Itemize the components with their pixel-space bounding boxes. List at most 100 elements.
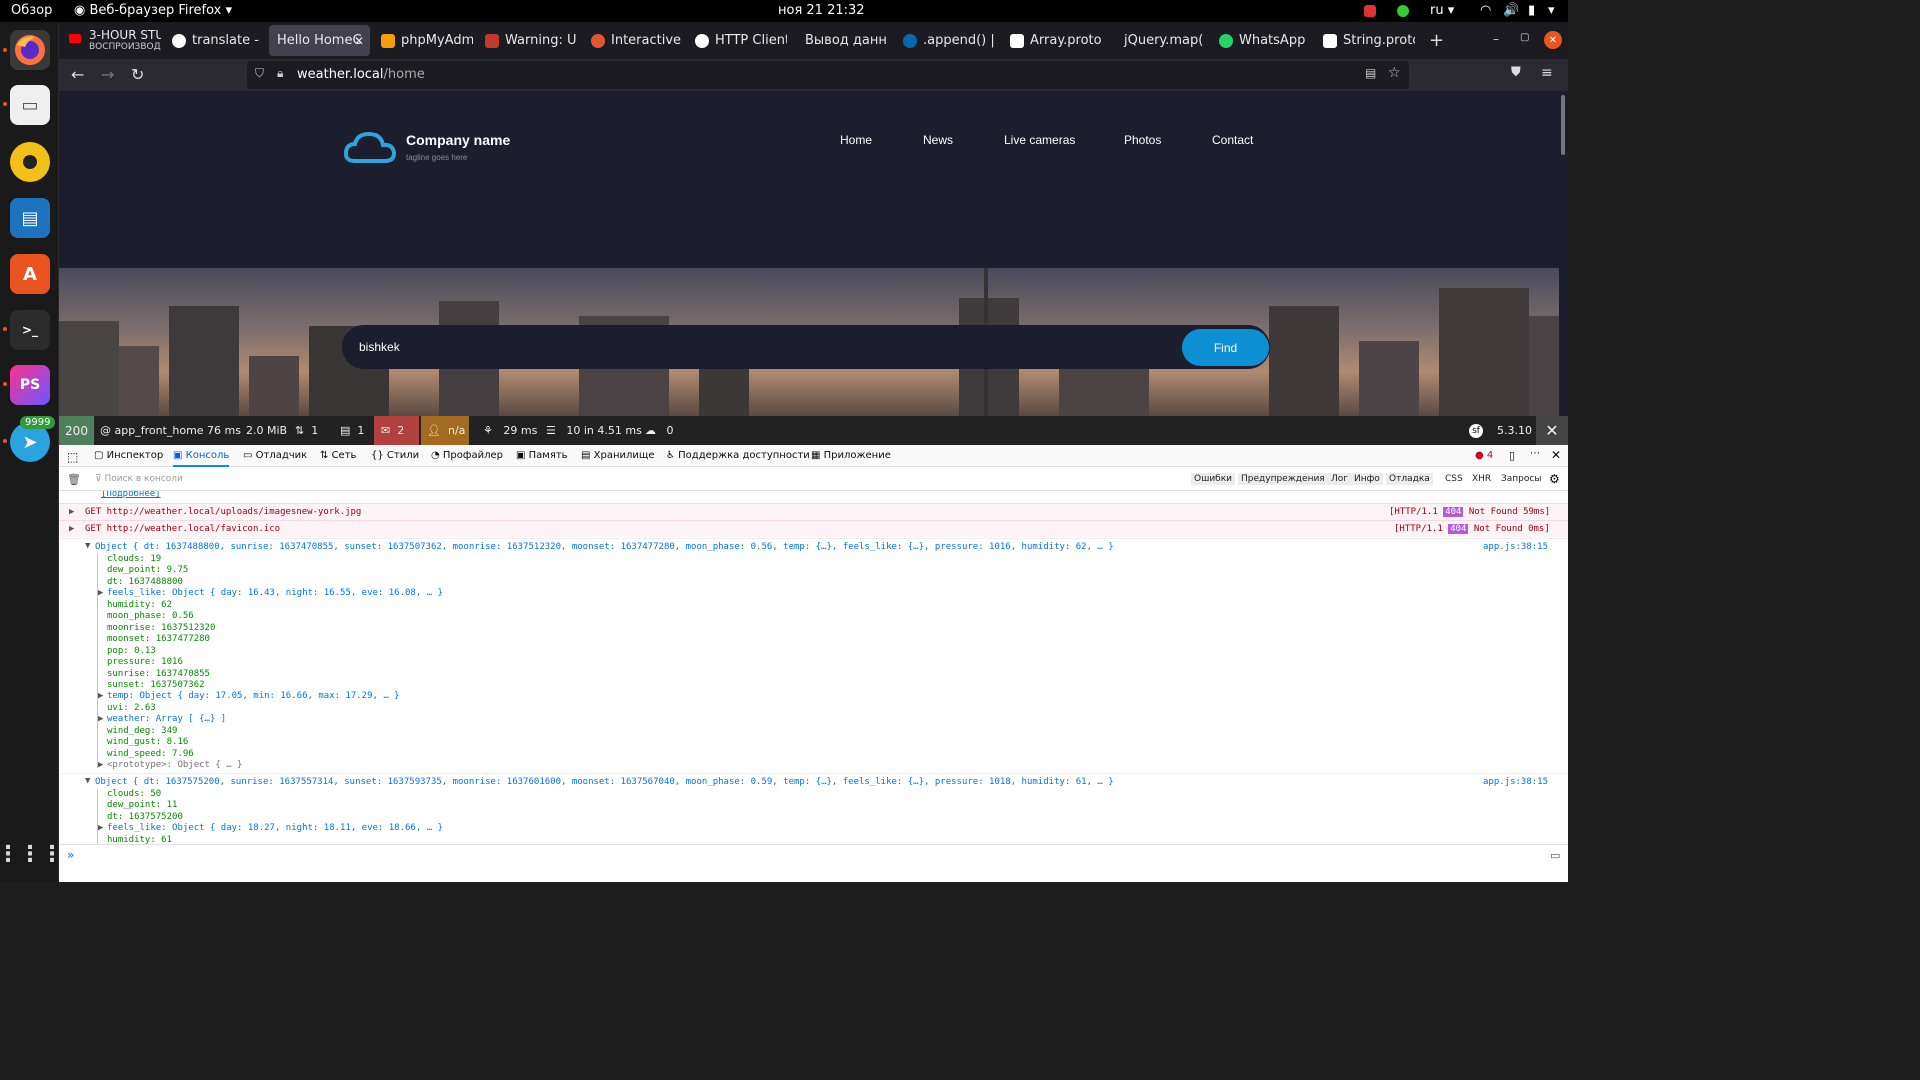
expand-arrow-icon[interactable]: ▶ <box>98 760 103 770</box>
cloud-logo-icon[interactable] <box>343 131 397 165</box>
maximize-button[interactable]: ▢ <box>1520 32 1529 43</box>
tab-interactive[interactable]: Interactive w <box>583 25 683 56</box>
tab-string-prototype[interactable]: String.protot <box>1315 25 1415 56</box>
close-toolbar-icon[interactable]: ✕ <box>1536 416 1568 445</box>
reload-button[interactable]: ↻ <box>131 65 144 84</box>
new-tab-button[interactable]: + <box>1429 30 1444 51</box>
wifi-icon[interactable]: ◠ <box>1480 3 1491 18</box>
trash-icon[interactable]: 🗑︎ <box>67 473 81 486</box>
object-property[interactable]: ▶ temp: Object { day: 17.05, min: 16.66,… <box>98 691 400 701</box>
filter-log[interactable]: Лог <box>1328 473 1352 485</box>
console-input-bar[interactable]: » ▭ <box>59 844 1568 866</box>
tab-youtube[interactable]: 3-HOUR STU ВОСПРОИЗВОД <box>63 25 161 56</box>
pocket-icon[interactable]: ⛊ <box>1511 65 1521 80</box>
expand-arrow-icon[interactable]: ▶ <box>69 524 74 534</box>
error-count-badge[interactable]: ● 4 <box>1475 450 1493 461</box>
minimize-button[interactable]: – <box>1493 32 1499 46</box>
clock[interactable]: ноя 21 21:32 <box>778 3 865 18</box>
show-apps-icon[interactable]: ⋮⋮⋮ <box>0 834 63 874</box>
tab-storage[interactable]: ▤ Хранилище <box>581 450 654 461</box>
rhythmbox-dock-icon[interactable] <box>10 142 50 182</box>
forms-panel[interactable]: ⇅ 1 <box>295 416 318 445</box>
dock-side-icon[interactable]: ▯ <box>1509 449 1515 462</box>
tab-http-client[interactable]: HTTP Client <box>687 25 787 56</box>
request-time[interactable]: 76 ms <box>207 416 241 445</box>
expand-arrow-icon[interactable]: ▶ <box>98 588 103 598</box>
console-error-row[interactable]: ▶ GET http://weather.local/uploads/image… <box>59 503 1568 520</box>
close-window-button[interactable]: ✕ <box>1544 31 1562 49</box>
expand-arrow-icon[interactable]: ▶ <box>69 507 74 517</box>
menu-icon[interactable]: ≡ <box>1541 65 1553 81</box>
memory-usage[interactable]: 2.0 MiB <box>246 416 287 445</box>
collapse-arrow-icon[interactable]: ▼ <box>85 541 90 551</box>
database-panel[interactable]: ☰ 10 in 4.51 ms <box>546 416 642 445</box>
expand-arrow-icon[interactable]: ▶ <box>98 714 103 724</box>
filter-debug[interactable]: Отладка <box>1386 473 1433 485</box>
company-name[interactable]: Company name <box>406 132 510 148</box>
terminal-dock-icon[interactable]: >_ <box>10 310 50 350</box>
close-devtools-icon[interactable]: ✕ <box>1551 448 1561 462</box>
back-button[interactable]: ← <box>71 65 84 84</box>
collapse-arrow-icon[interactable]: ▼ <box>85 776 90 786</box>
object-property[interactable]: ▶ weather: Array [ {…} ] <box>98 714 226 724</box>
shield-icon[interactable]: ⛉ <box>255 66 264 81</box>
console-settings-icon[interactable]: ⚙ <box>1549 472 1560 486</box>
tab-active-home[interactable]: Hello HomeC ✕ <box>269 25 370 56</box>
files-dock-icon[interactable]: ▭ <box>10 85 50 125</box>
volume-icon[interactable]: 🔊 <box>1503 3 1519 18</box>
source-link[interactable]: app.js:38:15 <box>1483 777 1548 787</box>
nav-live-cameras[interactable]: Live cameras <box>1004 133 1075 147</box>
filter-info[interactable]: Инфо <box>1351 473 1383 485</box>
filter-errors[interactable]: Ошибки <box>1191 473 1236 485</box>
console-error-row[interactable]: ▶ GET http://weather.local/favicon.ico [… <box>59 520 1568 537</box>
filter-css[interactable]: CSS <box>1442 473 1466 485</box>
tab-array-prototype[interactable]: Array.protot <box>1002 25 1102 56</box>
reader-view-icon[interactable]: ▤ <box>1365 66 1376 80</box>
twig-panel[interactable]: ⚘ 29 ms <box>483 416 537 445</box>
tab-application[interactable]: ▦ Приложение <box>811 450 891 461</box>
more-options-icon[interactable]: ⋯ <box>1530 448 1540 459</box>
url-bar[interactable]: ⛉ 🔒︎ weather.local/home ▤ ☆ <box>247 61 1409 89</box>
tab-warning[interactable]: Warning: Un <box>477 25 577 56</box>
activities-button[interactable]: Обзор <box>11 3 52 18</box>
route-name[interactable]: @ app_front_home <box>100 416 204 445</box>
tab-memory[interactable]: ▣ Память <box>516 450 568 461</box>
tab-output[interactable]: Вывод данн <box>797 25 897 56</box>
tab-console[interactable]: ▣ Консоль <box>173 445 230 467</box>
nav-contact[interactable]: Contact <box>1212 133 1253 147</box>
filter-xhr[interactable]: XHR <box>1469 473 1494 485</box>
bookmark-star-icon[interactable]: ☆ <box>1388 65 1401 81</box>
nav-news[interactable]: News <box>923 133 953 147</box>
firefox-dock-icon[interactable] <box>10 30 50 70</box>
nav-photos[interactable]: Photos <box>1124 133 1161 147</box>
cache-panel[interactable]: ☁ 0 <box>645 416 674 445</box>
app-menu[interactable]: ◉ Веб-браузер Firefox ▾ <box>74 3 232 18</box>
power-menu-icon[interactable]: ▾ <box>1548 3 1555 18</box>
object-property[interactable]: ▶ <prototype>: Object { … } <box>98 760 242 770</box>
app-store-dock-icon[interactable]: A <box>10 254 50 294</box>
request-text[interactable]: GET http://weather.local/favicon.ico <box>85 524 280 534</box>
object-property[interactable]: ▶ feels_like: Object { day: 16.43, night… <box>98 588 443 598</box>
request-text[interactable]: GET http://weather.local/uploads/imagesn… <box>85 507 361 517</box>
tab-jquery-map[interactable]: jQuery.map( <box>1116 25 1216 56</box>
tab-debugger[interactable]: ▭ Отладчик <box>243 450 307 461</box>
object-property[interactable]: ▶ feels_like: Object { day: 18.27, night… <box>98 823 443 833</box>
more-link[interactable]: [Подробнее] <box>101 491 161 499</box>
close-tab-icon[interactable]: ✕ <box>354 34 364 48</box>
pick-element-icon[interactable]: ⬚ <box>67 450 78 464</box>
logs-panel[interactable]: ▤ 1 <box>340 416 364 445</box>
split-console-icon[interactable]: ▭ <box>1550 849 1560 862</box>
tab-accessibility[interactable]: ♿︎ Поддержка доступности <box>666 450 810 461</box>
tab-styles[interactable]: {} Стили <box>371 450 419 461</box>
language-indicator[interactable]: ru ▾ <box>1430 3 1454 18</box>
object-summary[interactable]: Object { dt: 1637575200, sunrise: 163755… <box>95 777 1114 787</box>
filter-input[interactable]: ⊽ Поиск в консоли <box>95 474 183 484</box>
indicator-icon[interactable] <box>1364 5 1376 17</box>
nav-home[interactable]: Home <box>840 133 872 147</box>
tab-inspector[interactable]: ▢ Инспектор <box>94 450 163 461</box>
phpstorm-dock-icon[interactable]: PS <box>10 365 50 405</box>
expand-arrow-icon[interactable]: ▶ <box>98 691 103 701</box>
security-panel[interactable]: 👤︎ n/a <box>421 416 469 445</box>
tab-jquery-append[interactable]: .append() | jQ <box>895 25 995 56</box>
tab-translate[interactable]: translate - П <box>164 25 264 56</box>
